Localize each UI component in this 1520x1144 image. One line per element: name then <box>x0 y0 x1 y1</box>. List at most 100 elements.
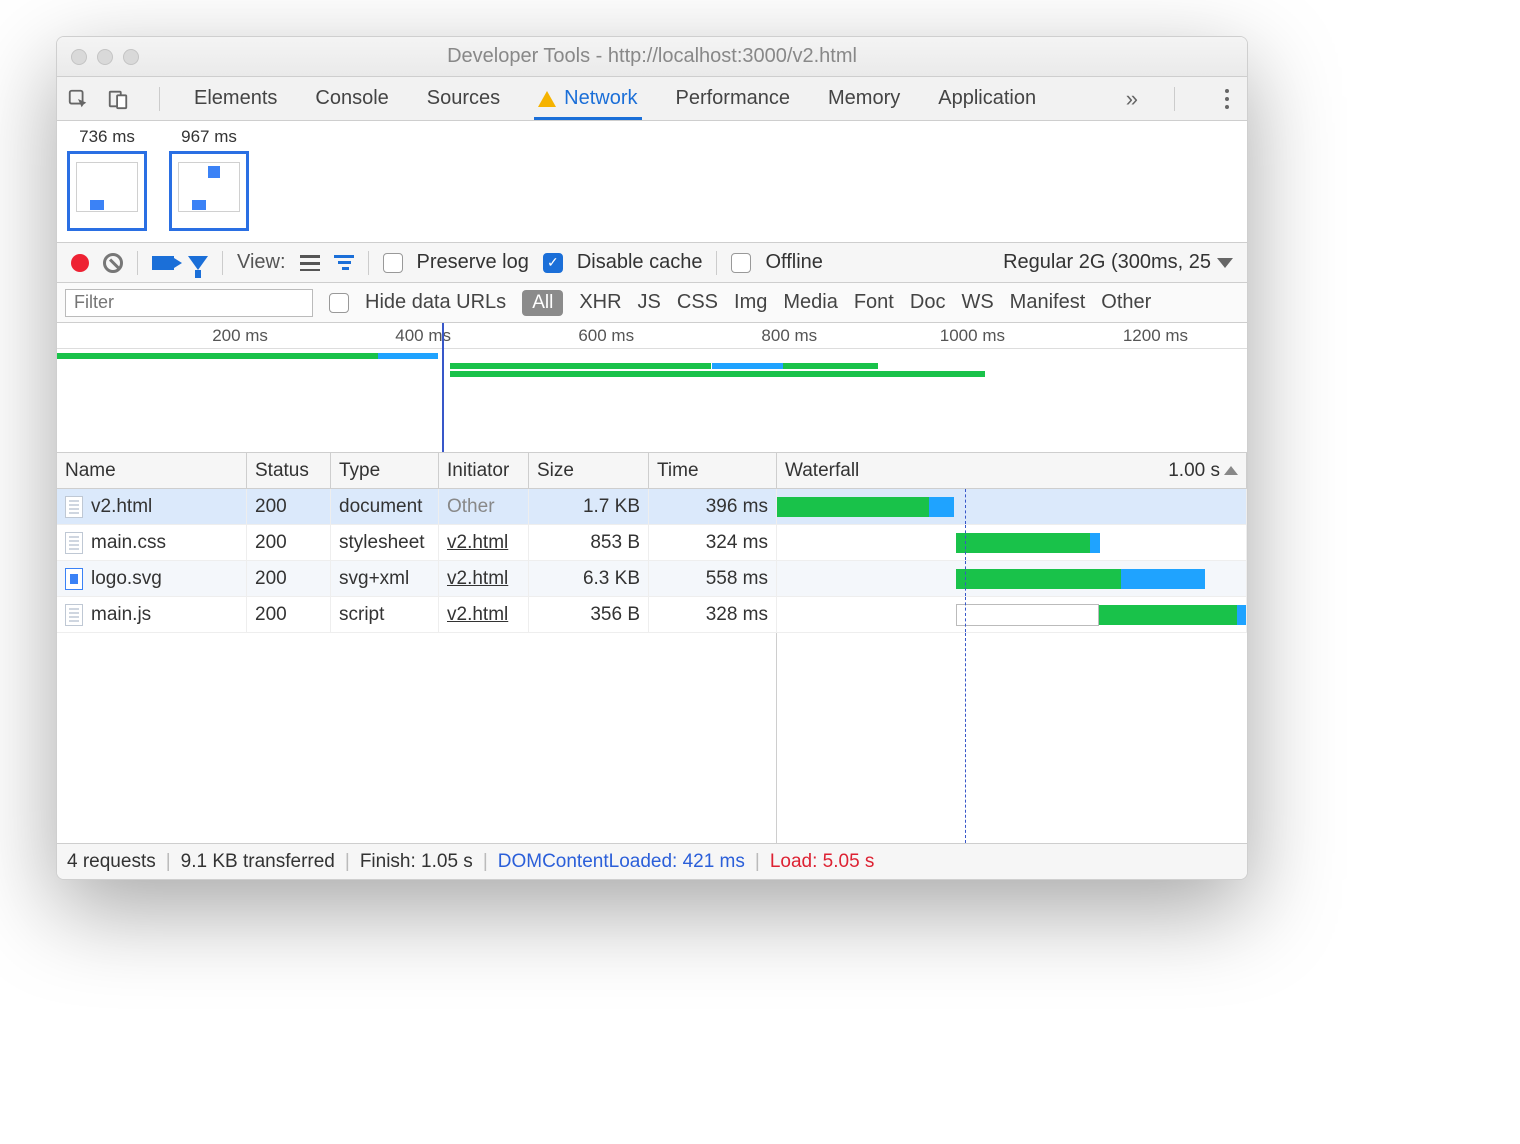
device-toggle-icon[interactable] <box>107 88 129 110</box>
request-name: main.css <box>91 532 166 554</box>
initiator-link[interactable]: v2.html <box>447 604 508 626</box>
preserve-log-checkbox[interactable] <box>383 253 403 273</box>
traffic-lights <box>71 49 139 65</box>
file-icon <box>65 496 83 518</box>
filmstrip-thumb <box>67 151 147 231</box>
filter-type-other[interactable]: Other <box>1101 291 1151 314</box>
panel-tabs: Elements Console Sources Network Performance… <box>57 77 1247 121</box>
filter-type-js[interactable]: JS <box>638 291 661 314</box>
tab-elements[interactable]: Elements <box>190 77 281 120</box>
disable-cache-checkbox[interactable]: ✓ <box>543 253 563 273</box>
close-window-button[interactable] <box>71 49 87 65</box>
status-load: Load: 5.05 s <box>770 851 875 873</box>
preserve-log-label: Preserve log <box>417 251 529 274</box>
tab-performance[interactable]: Performance <box>672 77 795 120</box>
request-table: v2.html200documentOther1.7 KB396 msmain.… <box>57 489 1247 843</box>
inspect-element-icon[interactable] <box>67 88 89 110</box>
warning-icon <box>538 91 556 107</box>
window-title: Developer Tools - http://localhost:3000/… <box>447 45 857 68</box>
waterfall-cell <box>777 561 1247 596</box>
file-icon <box>65 532 83 554</box>
overview-tick: 200 ms <box>212 326 268 346</box>
overview-bars <box>57 353 1247 383</box>
filter-type-doc[interactable]: Doc <box>910 291 946 314</box>
large-rows-icon[interactable] <box>300 255 320 271</box>
request-name: logo.svg <box>91 568 162 590</box>
request-name: main.js <box>91 604 151 626</box>
col-size[interactable]: Size <box>529 453 649 488</box>
table-row[interactable]: logo.svg200svg+xmlv2.html6.3 KB558 ms <box>57 561 1247 597</box>
filmstrip-frame[interactable]: 736 ms <box>67 127 147 236</box>
file-icon <box>65 568 83 590</box>
file-icon <box>65 604 83 626</box>
tab-network[interactable]: Network <box>534 77 641 120</box>
status-requests: 4 requests <box>67 851 156 873</box>
dcl-marker <box>442 323 444 452</box>
col-status[interactable]: Status <box>247 453 331 488</box>
tab-console[interactable]: Console <box>311 77 392 120</box>
more-tabs-button[interactable]: » <box>1126 86 1144 112</box>
filter-type-font[interactable]: Font <box>854 291 894 314</box>
filter-input[interactable] <box>65 289 313 317</box>
filter-toggle-button[interactable] <box>188 256 208 270</box>
filter-type-all[interactable]: All <box>522 290 563 316</box>
table-row[interactable]: main.js200scriptv2.html356 B328 ms <box>57 597 1247 633</box>
clear-button[interactable] <box>103 253 123 273</box>
devtools-window: Developer Tools - http://localhost:3000/… <box>56 36 1248 880</box>
status-bar: 4 requests| 9.1 KB transferred| Finish: … <box>57 843 1247 879</box>
filmstrip-time: 736 ms <box>79 127 135 147</box>
filter-type-ws[interactable]: WS <box>961 291 993 314</box>
status-finish: Finish: 1.05 s <box>360 851 473 873</box>
waterfall-cell <box>777 525 1247 560</box>
settings-menu-button[interactable] <box>1225 89 1229 109</box>
tab-application[interactable]: Application <box>934 77 1040 120</box>
col-waterfall[interactable]: Waterfall 1.00 s <box>777 453 1247 488</box>
minimize-window-button[interactable] <box>97 49 113 65</box>
initiator-link[interactable]: v2.html <box>447 568 508 590</box>
waterfall-cell <box>777 597 1247 632</box>
titlebar: Developer Tools - http://localhost:3000/… <box>57 37 1247 77</box>
filter-type-img[interactable]: Img <box>734 291 767 314</box>
col-name[interactable]: Name <box>57 453 247 488</box>
filter-bar: Hide data URLs All XHR JS CSS Img Media Font Do… <box>57 283 1247 323</box>
sort-asc-icon <box>1224 466 1238 475</box>
hide-data-urls-label: Hide data URLs <box>365 291 506 314</box>
overview-ruler: 200 ms400 ms600 ms800 ms1000 ms1200 ms <box>57 323 1247 349</box>
col-initiator[interactable]: Initiator <box>439 453 529 488</box>
filmstrip-thumb <box>169 151 249 231</box>
zoom-window-button[interactable] <box>123 49 139 65</box>
disable-cache-label: Disable cache <box>577 251 703 274</box>
initiator-link[interactable]: v2.html <box>447 532 508 554</box>
view-label: View: <box>237 251 286 274</box>
offline-checkbox[interactable] <box>731 253 751 273</box>
table-row[interactable]: main.css200stylesheetv2.html853 B324 ms <box>57 525 1247 561</box>
tab-memory[interactable]: Memory <box>824 77 904 120</box>
overview-tick: 1200 ms <box>1123 326 1188 346</box>
record-button[interactable] <box>71 254 89 272</box>
network-toolbar: View: Preserve log ✓ Disable cache Offli… <box>57 243 1247 283</box>
status-transferred: 9.1 KB transferred <box>181 851 335 873</box>
overview-tick: 600 ms <box>578 326 634 346</box>
filter-type-manifest[interactable]: Manifest <box>1010 291 1086 314</box>
offline-label: Offline <box>765 251 822 274</box>
col-type[interactable]: Type <box>331 453 439 488</box>
hide-data-urls-checkbox[interactable] <box>329 293 349 313</box>
table-headers: Name Status Type Initiator Size Time Wat… <box>57 453 1247 489</box>
throttling-select[interactable]: Regular 2G (300ms, 25 <box>1003 251 1233 274</box>
filter-type-media[interactable]: Media <box>783 291 837 314</box>
waterfall-view-icon[interactable] <box>334 255 354 271</box>
tab-sources[interactable]: Sources <box>423 77 504 120</box>
overview-tick: 1000 ms <box>940 326 1005 346</box>
waterfall-cell <box>777 489 1247 524</box>
table-row[interactable]: v2.html200documentOther1.7 KB396 ms <box>57 489 1247 525</box>
filter-type-css[interactable]: CSS <box>677 291 718 314</box>
chevron-down-icon <box>1217 258 1233 268</box>
request-name: v2.html <box>91 496 152 518</box>
filmstrip-frame[interactable]: 967 ms <box>169 127 249 236</box>
timeline-overview[interactable]: 200 ms400 ms600 ms800 ms1000 ms1200 ms <box>57 323 1247 453</box>
capture-screenshots-button[interactable] <box>152 256 174 270</box>
filmstrip: 736 ms 967 ms <box>57 121 1247 243</box>
filmstrip-time: 967 ms <box>181 127 237 147</box>
filter-type-xhr[interactable]: XHR <box>579 291 621 314</box>
col-time[interactable]: Time <box>649 453 777 488</box>
